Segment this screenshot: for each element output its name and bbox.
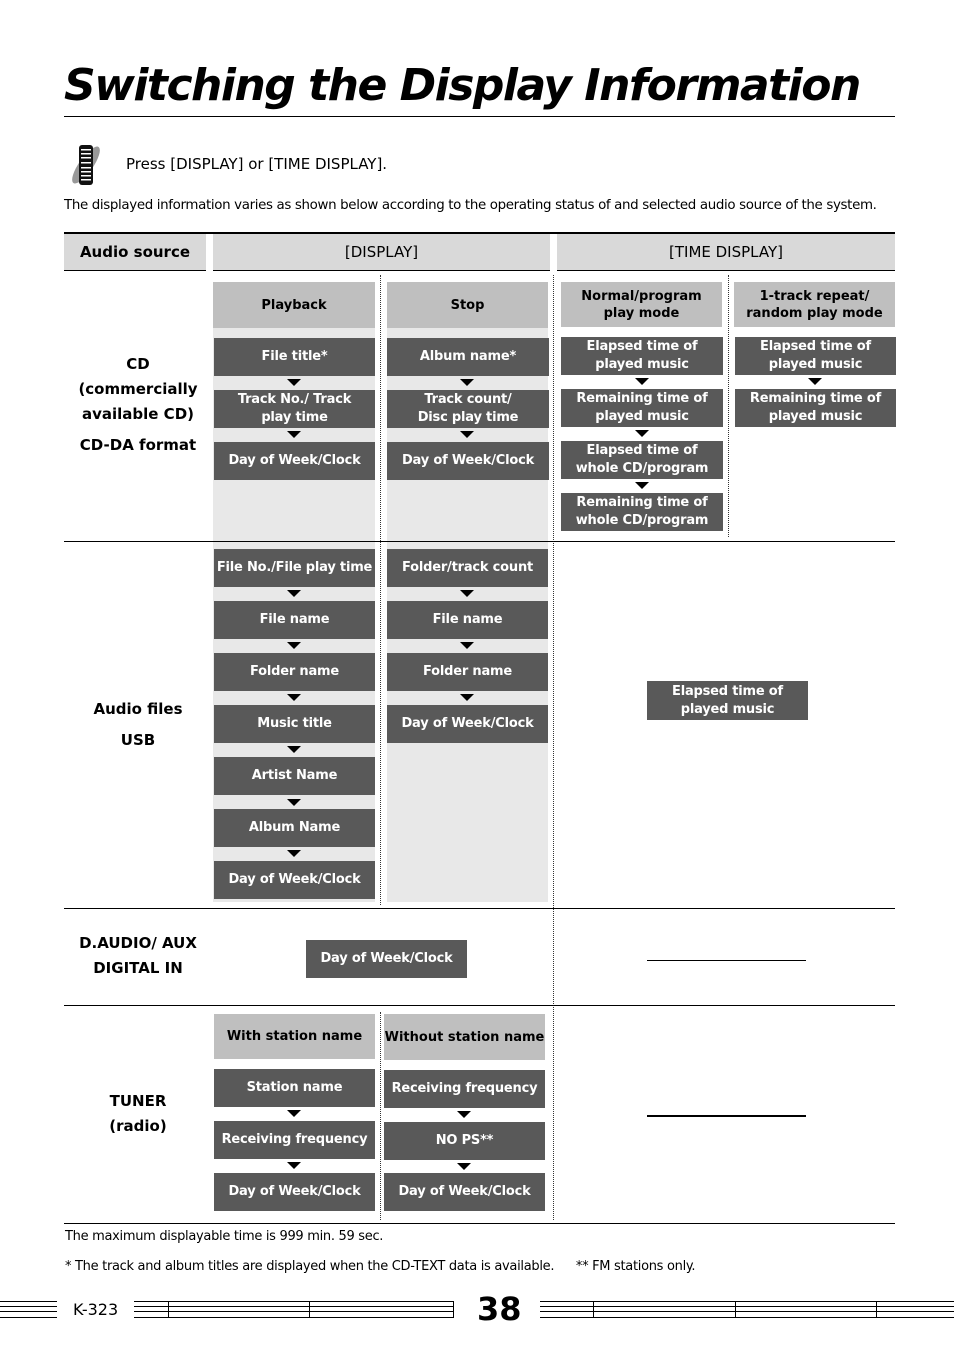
display-item: Remaining time of whole CD/program xyxy=(561,493,723,531)
row-divider xyxy=(64,541,895,543)
mode-header-repeat: 1-track repeat/ random play mode xyxy=(734,282,895,327)
display-item: Day of Week/Clock xyxy=(214,1173,375,1211)
source-daudio-aux: D.AUDIO/ AUX DIGITAL IN xyxy=(64,930,212,982)
arrow-down-icon xyxy=(287,431,301,438)
arrow-down-icon xyxy=(635,430,649,437)
display-item: Track No./ Track play time xyxy=(214,390,375,428)
display-item: File name xyxy=(387,601,548,639)
arrow-down-icon xyxy=(287,379,301,386)
mode-header-playback: Playback xyxy=(213,282,375,328)
footer-rule xyxy=(134,1301,454,1321)
source-audio-files: Audio files USB xyxy=(64,695,212,755)
arrow-down-icon xyxy=(287,799,301,806)
source-label: USB xyxy=(120,731,156,749)
arrow-down-icon xyxy=(457,1111,471,1118)
arrow-down-icon xyxy=(287,850,301,857)
page-title: Switching the Display Information xyxy=(64,60,861,111)
source-label: CD-DA format xyxy=(79,436,197,454)
display-item: Remaining time of played music xyxy=(561,389,723,427)
arrow-down-icon xyxy=(287,642,301,649)
display-item: Elapsed time of played music xyxy=(647,681,808,720)
column-divider xyxy=(553,275,554,1220)
display-item: Day of Week/Clock xyxy=(214,442,375,480)
arrow-down-icon xyxy=(460,642,474,649)
arrow-down-icon xyxy=(287,1110,301,1117)
display-item: NO PS** xyxy=(384,1122,545,1160)
display-item: Day of Week/Clock xyxy=(387,705,548,743)
source-tuner: TUNER (radio) xyxy=(64,1088,212,1140)
mode-header-with-station: With station name xyxy=(214,1014,375,1059)
display-item: File name xyxy=(214,601,375,639)
display-item: Day of Week/Clock xyxy=(306,940,467,978)
source-label: available CD) xyxy=(81,405,195,423)
display-item: Day of Week/Clock xyxy=(384,1173,545,1211)
display-item: Track count/ Disc play time xyxy=(387,390,549,428)
footnotes: * The track and album titles are display… xyxy=(65,1259,696,1274)
display-item: Elapsed time of played music xyxy=(561,337,723,375)
display-item: Receiving frequency xyxy=(214,1121,375,1159)
source-label: TUNER xyxy=(109,1092,167,1110)
source-label: (radio) xyxy=(109,1117,167,1135)
not-applicable-dash xyxy=(647,1115,806,1117)
column-divider xyxy=(380,1012,381,1220)
arrow-down-icon xyxy=(635,378,649,385)
mode-header-without-station: Without station name xyxy=(384,1014,545,1060)
instruction-text: Press [DISPLAY] or [TIME DISPLAY]. xyxy=(126,155,388,173)
display-item: Album Name xyxy=(214,809,375,847)
source-cd: CD (commercially available CD) CD-DA for… xyxy=(64,340,212,470)
source-label: Audio files xyxy=(93,700,183,718)
arrow-down-icon xyxy=(287,590,301,597)
source-label: CD xyxy=(126,355,150,373)
arrow-down-icon xyxy=(287,694,301,701)
arrow-down-icon xyxy=(460,431,474,438)
footer-rule xyxy=(0,1301,57,1321)
remote-control-icon xyxy=(66,143,108,187)
arrow-down-icon xyxy=(457,1163,471,1170)
row-divider xyxy=(64,1223,895,1225)
display-item: Music title xyxy=(214,705,375,743)
display-item: File No./File play time xyxy=(214,549,375,587)
page-number: 38 xyxy=(477,1290,522,1328)
display-item: Day of Week/Clock xyxy=(387,442,549,480)
display-item: Elapsed time of whole CD/program xyxy=(561,441,723,479)
mode-header-normal: Normal/program play mode xyxy=(561,282,722,327)
header-audio-source: Audio source xyxy=(64,234,206,271)
row-divider xyxy=(64,1005,895,1007)
max-time-note: The maximum displayable time is 999 min.… xyxy=(65,1229,384,1244)
arrow-down-icon xyxy=(460,694,474,701)
display-item: Elapsed time of played music xyxy=(735,337,896,375)
display-item: Remaining time of played music xyxy=(735,389,896,427)
display-item: Receiving frequency xyxy=(384,1070,545,1108)
description-text: The displayed information varies as show… xyxy=(64,198,877,213)
row-divider xyxy=(64,908,895,910)
source-label: DIGITAL IN xyxy=(93,959,183,977)
source-label: D.AUDIO/ AUX xyxy=(79,934,197,952)
display-item: Station name xyxy=(214,1069,375,1107)
header-display: [DISPLAY] xyxy=(213,234,550,271)
arrow-down-icon xyxy=(808,378,822,385)
display-item: File title* xyxy=(214,338,375,376)
arrow-down-icon xyxy=(635,482,649,489)
display-item: Day of Week/Clock xyxy=(214,861,375,899)
column-divider xyxy=(380,275,381,905)
footnote-cd-text: * The track and album titles are display… xyxy=(65,1259,555,1274)
column-divider xyxy=(728,275,729,537)
model-number: K-323 xyxy=(73,1300,119,1319)
title-rule xyxy=(64,116,895,117)
arrow-down-icon xyxy=(287,1162,301,1169)
arrow-down-icon xyxy=(460,590,474,597)
footer-rule xyxy=(540,1301,954,1321)
not-applicable-dash xyxy=(647,960,806,961)
display-item: Album name* xyxy=(387,338,549,376)
mode-header-stop: Stop xyxy=(387,282,548,328)
footnote-fm: ** FM stations only. xyxy=(575,1259,696,1274)
display-item: Folder name xyxy=(214,653,375,691)
display-item: Folder name xyxy=(387,653,548,691)
source-label: (commercially xyxy=(78,380,198,398)
display-item: Artist Name xyxy=(214,757,375,795)
display-item: Folder/track count xyxy=(387,549,548,587)
header-time-display: [TIME DISPLAY] xyxy=(557,234,895,271)
arrow-down-icon xyxy=(460,379,474,386)
arrow-down-icon xyxy=(287,746,301,753)
